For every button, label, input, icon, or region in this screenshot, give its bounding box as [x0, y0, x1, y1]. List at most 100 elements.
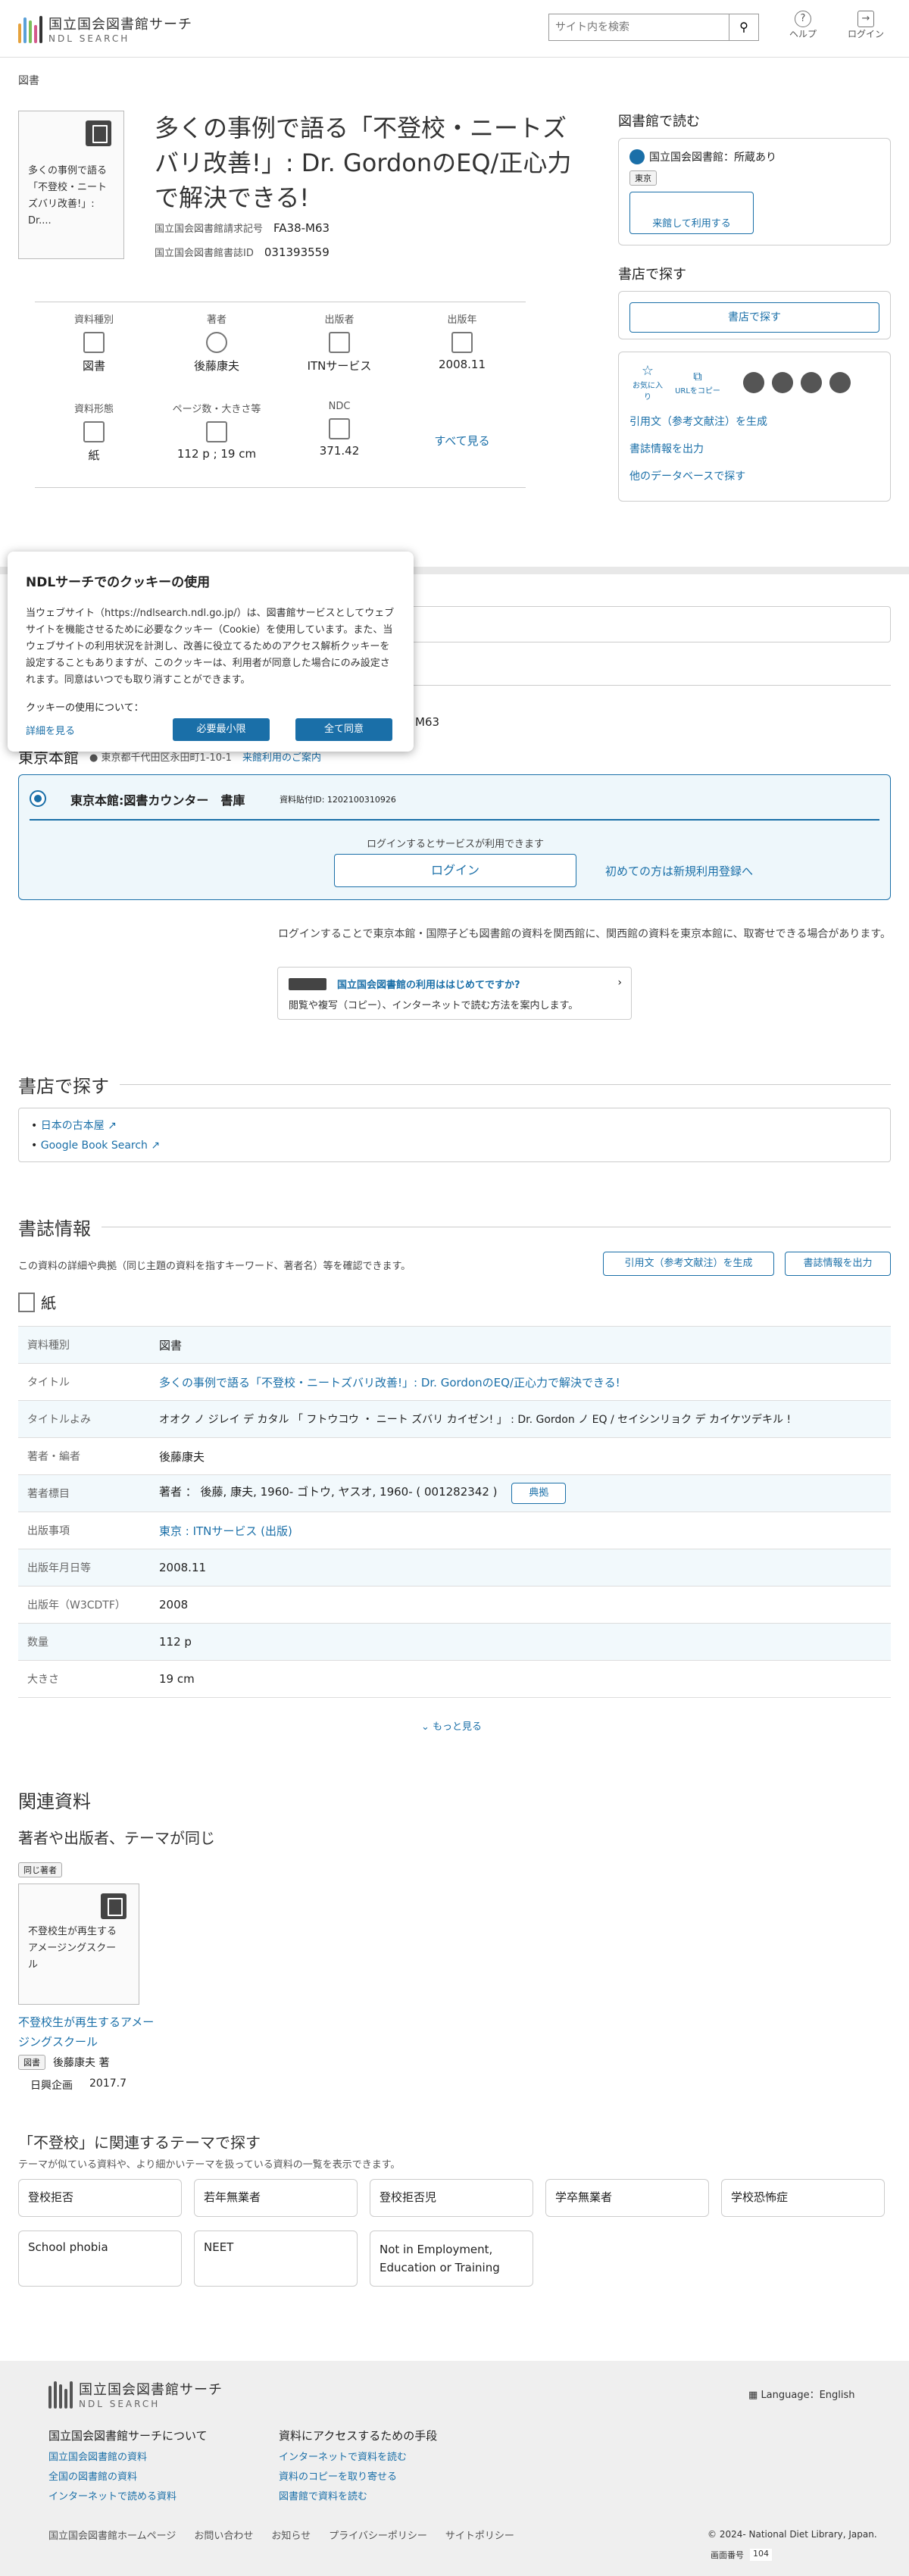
share-box: ☆ お気に入り ⧉ URLをコピー 引用文（参考文献注）を生成 書誌情報を出力 他の… — [618, 352, 891, 502]
footer-link[interactable]: お問い合わせ — [194, 2528, 253, 2542]
facet-year[interactable]: 出版年 2008.11 — [403, 311, 521, 371]
table-row: 出版年（W3CDTF） 2008 — [18, 1586, 891, 1624]
book-icon — [101, 1893, 127, 1919]
footer-logo[interactable]: 国立国会図書館サーチ NDL SEARCH — [48, 2379, 223, 2409]
cookie-accept-all-button[interactable]: 全て同意 — [295, 718, 392, 741]
authority-button[interactable]: 典拠 — [511, 1483, 567, 1504]
footer-link[interactable]: 国立国会図書館ホームページ — [48, 2528, 176, 2542]
bookstore-button[interactable]: 書店で探す — [629, 302, 879, 333]
theme-item[interactable]: NEET — [194, 2231, 358, 2287]
cite-link[interactable]: 引用文（参考文献注）を生成 — [629, 414, 879, 429]
theme-item[interactable]: 若年無業者 — [194, 2179, 358, 2217]
facet-pages[interactable]: ページ数・大きさ等 112 p ; 19 cm — [158, 401, 276, 461]
footer-link[interactable]: 全国の図書館の資料 — [48, 2468, 268, 2487]
related-book-link[interactable]: 不登校生が再生するアメージングスクール — [18, 2012, 162, 2052]
other-db-link[interactable]: 他のデータベースで探す — [629, 468, 879, 483]
site-search: ⚲ — [548, 14, 759, 41]
bookstore-heading: 書店で探す — [618, 267, 686, 283]
register-link[interactable]: 初めての方は新規利用登録へ — [605, 863, 753, 879]
table-row: タイトルよみ オオク ノ ジレイ デ カタル 「 フトウコウ ・ ニート ズバリ … — [18, 1400, 891, 1438]
copy-icon: ⧉ — [693, 369, 702, 383]
footer-link[interactable]: インターネットで資料を読む — [279, 2448, 498, 2468]
site-logo[interactable]: 国立国会図書館サーチ NDL SEARCH — [18, 14, 192, 44]
related-subtitle: 著者や出版者、テーマが同じ — [18, 1829, 215, 1847]
cookie-details-link[interactable]: 詳細を見る — [26, 723, 173, 737]
publisher-link[interactable]: 東京 : ITNサービス (出版) — [159, 1524, 292, 1538]
theme-item[interactable]: 学卒無業者 — [545, 2179, 709, 2217]
bib-cite-button[interactable]: 引用文（参考文献注）を生成 — [603, 1252, 774, 1276]
chevron-right-icon: › — [617, 977, 622, 989]
facet-author[interactable]: 著者 後藤康夫 — [158, 311, 276, 374]
facet-form[interactable]: 資料形態紙 — [35, 401, 153, 463]
theme-item[interactable]: 学校恐怖症 — [721, 2179, 885, 2217]
related-title: 関連資料 — [18, 1791, 91, 1812]
title-link[interactable]: 多くの事例で語る「不登校・ニートズバリ改善!」: Dr. GordonのEQ/正… — [159, 1376, 620, 1390]
cookie-dialog: NDLサーチでのクッキーの使用 当ウェブサイト（https://ndlsearc… — [8, 552, 414, 752]
external-link-icon: ↗ — [151, 1140, 161, 1152]
footer-link[interactable]: プライバシーポリシー — [329, 2528, 427, 2542]
footer-access-heading: 資料にアクセスするための手段 — [279, 2429, 438, 2443]
location-login-button[interactable]: ログイン — [334, 854, 576, 887]
counter-name: 東京本館:図書カウンター 書庫 — [70, 793, 245, 808]
tokyo-tag: 東京 — [629, 170, 657, 186]
login-icon: → — [857, 11, 874, 27]
bib-desc: この資料の詳細や典拠（同じ主題の資料を指すキーワード、著者名）等を確認できます。 — [18, 1261, 411, 1272]
book-identifiers: 国立国会図書館請求記号 FA38-M63 国立国会図書館書誌ID 031393559 — [155, 217, 330, 265]
themes-title: 「不登校」に関連するテーマで探す — [18, 2134, 261, 2152]
cover-text: 多くの事例で語る「不登校・ニートズバリ改善!」: Dr.... — [28, 165, 108, 227]
footer-link[interactable]: インターネットで読める資料 — [48, 2487, 268, 2507]
help-button[interactable]: ? ヘルプ — [780, 11, 826, 40]
table-row: 著者・編者 後藤康夫 — [18, 1437, 891, 1475]
footer-link[interactable]: お知らせ — [271, 2528, 311, 2542]
line-icon[interactable] — [801, 371, 822, 393]
transfer-note: ログインすることで東京本館・国際子ども図書館の資料を関西館に、関西館の資料を東京… — [277, 928, 891, 940]
search-input[interactable] — [548, 14, 729, 41]
visit-library-button[interactable]: 来館して利用する — [629, 192, 754, 234]
cookie-body: 当ウェブサイト（https://ndlsearch.ndl.go.jp/）は、図… — [26, 608, 395, 686]
theme-item[interactable]: 登校拒否 — [18, 2179, 182, 2217]
calendar-icon — [451, 332, 473, 353]
sticker-id: 資料貼付ID: 1202100310926 — [280, 795, 396, 805]
export-link[interactable]: 書誌情報を出力 — [629, 441, 879, 456]
facet-publisher[interactable]: 出版者 ITNサービス — [280, 311, 398, 374]
facebook-icon[interactable] — [772, 371, 793, 393]
language-switch[interactable]: ▦ Language：English — [748, 2387, 855, 2401]
related-meta: 図書 後藤康夫 著 — [18, 2055, 109, 2070]
search-button[interactable]: ⚲ — [729, 14, 759, 41]
google-books-link[interactable]: Google Book Search — [41, 1140, 148, 1152]
ndl-holding: 国立国会図書館：所蔵あり — [649, 152, 776, 164]
author-heading[interactable]: 著者 ： 後藤, 康夫, 1960- ゴトウ, ヤスオ, 1960- ( 001… — [159, 1485, 498, 1499]
footer-link[interactable]: 資料のコピーを取り寄せる — [279, 2468, 498, 2487]
facet-type[interactable]: 資料種別 図書 — [35, 311, 153, 374]
related-cover[interactable]: 不登校生が再生するアメージングスクール — [18, 1884, 139, 2005]
library-holding-box: 国立国会図書館：所蔵あり 東京 来館して利用する — [618, 138, 891, 245]
location-radio[interactable] — [30, 790, 46, 807]
footer-link[interactable]: サイトポリシー — [445, 2528, 514, 2542]
theme-item[interactable]: Not in Employment, Education or Training — [370, 2231, 533, 2287]
kosho-link[interactable]: 日本の古本屋 — [41, 1120, 105, 1132]
theme-item[interactable]: 登校拒否児 — [370, 2179, 533, 2217]
bib-id: 031393559 — [264, 245, 330, 259]
show-more-link[interactable]: ⌄ もっと見る — [421, 1718, 482, 1733]
footer-bottom-links: 国立国会図書館ホームページ お問い合わせ お知らせ プライバシーポリシー サイト… — [48, 2528, 514, 2542]
cookie-title: NDLサーチでのクッキーの使用 — [26, 575, 211, 590]
mail-icon[interactable] — [829, 371, 851, 393]
ndc-icon — [329, 418, 350, 439]
footer-link[interactable]: 国立国会図書館の資料 — [48, 2448, 268, 2468]
facets-show-all[interactable]: すべて見る — [403, 433, 521, 449]
logo-subtitle: NDL SEARCH — [48, 33, 130, 44]
theme-item[interactable]: School phobia — [18, 2231, 182, 2287]
facet-ndc[interactable]: NDC 371.42 — [280, 401, 398, 458]
copy-url-button[interactable]: ⧉ URLをコピー — [673, 369, 722, 395]
pen-icon — [206, 332, 227, 353]
bib-export-button[interactable]: 書誌情報を出力 — [785, 1252, 891, 1276]
footer-link[interactable]: 図書館で資料を読む — [279, 2487, 498, 2507]
facet-grid: 資料種別 図書 著者 後藤康夫 出版者 ITNサービス 出版年 2008.11 資料形態… — [35, 302, 526, 488]
table-row: 大きさ 19 cm — [18, 1660, 891, 1698]
login-button[interactable]: → ログイン — [843, 11, 889, 40]
site-footer: 国立国会図書館サーチ NDL SEARCH ▦ Language：English … — [0, 2361, 909, 2576]
share-x-icon[interactable] — [743, 371, 764, 393]
favorite-button[interactable]: ☆ お気に入り — [629, 363, 666, 402]
first-time-banner[interactable]: 国立国会図書館の利用ははじめてですか? 閲覧や複写（コピー）、インターネットで読… — [277, 967, 632, 1020]
cookie-minimum-button[interactable]: 必要最小限 — [173, 718, 270, 741]
